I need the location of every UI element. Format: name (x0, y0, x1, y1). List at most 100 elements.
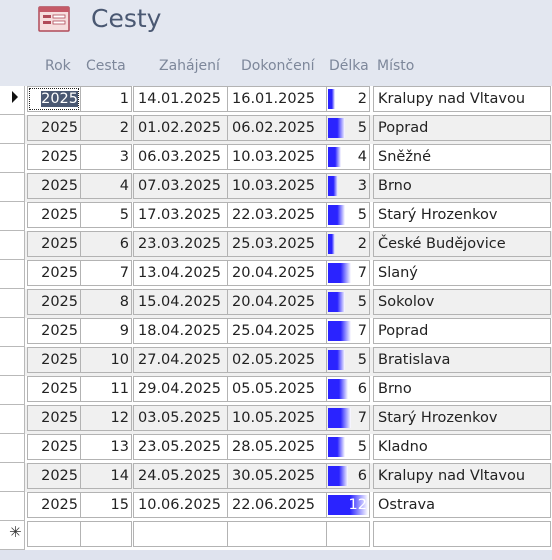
table-row[interactable]: 2025 2 01.02.2025 06.02.2025 5 Poprad (0, 115, 552, 144)
table-row[interactable]: 2025 9 18.04.2025 25.04.2025 7 Poprad (0, 318, 552, 347)
cell-cesta[interactable]: 5 (80, 202, 132, 228)
cell-rok[interactable]: 2025 (27, 289, 81, 315)
cell-dokonceni[interactable]: 30.05.2025 (227, 463, 327, 489)
cell-cesta[interactable]: 8 (80, 289, 132, 315)
table-row[interactable]: 2025 5 17.03.2025 22.03.2025 5 Starý Hrozenko… (0, 202, 552, 231)
cell-dokonceni[interactable]: 06.02.2025 (227, 115, 327, 141)
cell-delka[interactable]: 7 (326, 405, 370, 431)
record-selector[interactable] (0, 434, 25, 463)
table-row[interactable]: 2025 4 07.03.2025 10.03.2025 3 Brno (0, 173, 552, 202)
cell-cesta[interactable]: 13 (80, 434, 132, 460)
record-selector[interactable] (0, 463, 25, 492)
table-row[interactable]: 2025 11 29.04.2025 05.05.2025 6 Brno (0, 376, 552, 405)
cell-misto[interactable]: Sokolov (373, 289, 551, 315)
cell-delka[interactable]: 5 (326, 289, 370, 315)
cell-dokonceni[interactable]: 10.05.2025 (227, 405, 327, 431)
cell-cesta[interactable]: 7 (80, 260, 132, 286)
record-selector[interactable] (0, 405, 25, 434)
cell-misto[interactable]: Poprad (373, 115, 551, 141)
cell-zahajeni[interactable]: 14.01.2025 (133, 86, 229, 112)
cell-zahajeni[interactable]: 17.03.2025 (133, 202, 229, 228)
cell-delka[interactable]: 4 (326, 144, 370, 170)
cell-dokonceni[interactable]: 20.04.2025 (227, 260, 327, 286)
table-row[interactable]: 2025 1 14.01.2025 16.01.2025 2 Kralupy nad Vl… (0, 86, 552, 115)
cell-delka[interactable]: 5 (326, 202, 370, 228)
table-row[interactable]: 2025 6 23.03.2025 25.03.2025 2 České Budějovi… (0, 231, 552, 260)
cell-zahajeni[interactable]: 23.05.2025 (133, 434, 229, 460)
record-selector[interactable] (0, 318, 25, 347)
cell-delka[interactable]: 5 (326, 347, 370, 373)
table-row[interactable]: 2025 15 10.06.2025 22.06.2025 12 Ostrava (0, 492, 552, 521)
cell-delka[interactable]: 3 (326, 173, 370, 199)
record-selector[interactable] (0, 492, 25, 521)
record-selector[interactable] (0, 86, 25, 115)
cell-misto[interactable]: České Budějovice (373, 231, 551, 257)
cell-rok[interactable]: 2025 (27, 202, 81, 228)
cell-delka[interactable]: 6 (326, 463, 370, 489)
cell-rok[interactable]: 2025 (27, 347, 81, 373)
table-row[interactable]: 2025 3 06.03.2025 10.03.2025 4 Sněžné (0, 144, 552, 173)
cell-rok[interactable]: 2025 (27, 86, 81, 112)
cell-misto[interactable]: Brno (373, 376, 551, 402)
cell-dokonceni[interactable]: 28.05.2025 (227, 434, 327, 460)
cell-cesta[interactable]: 11 (80, 376, 132, 402)
cell-zahajeni[interactable]: 13.04.2025 (133, 260, 229, 286)
cell-zahajeni[interactable]: 10.06.2025 (133, 492, 229, 518)
cell-rok[interactable]: 2025 (27, 376, 81, 402)
cell-rok[interactable]: 2025 (27, 115, 81, 141)
record-selector[interactable] (0, 289, 25, 318)
cell-dokonceni[interactable]: 16.01.2025 (227, 86, 327, 112)
table-row[interactable]: 2025 12 03.05.2025 10.05.2025 7 Starý Hrozenk… (0, 405, 552, 434)
cell-rok[interactable]: 2025 (27, 318, 81, 344)
cell-delka[interactable]: 12 (326, 492, 370, 518)
cell-misto[interactable]: Starý Hrozenkov (373, 405, 551, 431)
cell-misto[interactable]: Sněžné (373, 144, 551, 170)
cell-misto[interactable]: Poprad (373, 318, 551, 344)
record-selector[interactable] (0, 144, 25, 173)
cell-misto[interactable]: Slaný (373, 260, 551, 286)
cell-delka[interactable]: 5 (326, 115, 370, 141)
cell-rok[interactable]: 2025 (27, 463, 81, 489)
cell-cesta[interactable]: 6 (80, 231, 132, 257)
table-row[interactable]: 2025 14 24.05.2025 30.05.2025 6 Kralupy nad V… (0, 463, 552, 492)
record-selector[interactable]: ✳ (0, 521, 25, 550)
cell-zahajeni[interactable]: 29.04.2025 (133, 376, 229, 402)
cell-dokonceni[interactable]: 22.03.2025 (227, 202, 327, 228)
cell-dokonceni[interactable]: 10.03.2025 (227, 144, 327, 170)
cell-zahajeni[interactable]: 15.04.2025 (133, 289, 229, 315)
cell-misto[interactable]: Kralupy nad Vltavou (373, 463, 551, 489)
cell-cesta[interactable]: 4 (80, 173, 132, 199)
table-row[interactable]: 2025 10 27.04.2025 02.05.2025 5 Bratislava (0, 347, 552, 376)
cell-misto[interactable]: Kladno (373, 434, 551, 460)
cell-cesta[interactable]: 3 (80, 144, 132, 170)
cell-misto[interactable]: Ostrava (373, 492, 551, 518)
cell-rok[interactable]: 2025 (27, 492, 81, 518)
cell-dokonceni[interactable]: 25.03.2025 (227, 231, 327, 257)
cell-misto[interactable]: Starý Hrozenkov (373, 202, 551, 228)
cell-misto[interactable]: Bratislava (373, 347, 551, 373)
record-selector[interactable] (0, 202, 25, 231)
cell-cesta[interactable]: 10 (80, 347, 132, 373)
cell-cesta[interactable]: 2 (80, 115, 132, 141)
new-record-cell[interactable] (80, 521, 132, 547)
cell-zahajeni[interactable]: 07.03.2025 (133, 173, 229, 199)
cell-dokonceni[interactable]: 22.06.2025 (227, 492, 327, 518)
cell-rok[interactable]: 2025 (27, 434, 81, 460)
table-row[interactable]: 2025 8 15.04.2025 20.04.2025 5 Sokolov (0, 289, 552, 318)
cell-dokonceni[interactable]: 05.05.2025 (227, 376, 327, 402)
record-selector[interactable] (0, 347, 25, 376)
cell-dokonceni[interactable]: 10.03.2025 (227, 173, 327, 199)
cell-dokonceni[interactable]: 20.04.2025 (227, 289, 327, 315)
cell-dokonceni[interactable]: 25.04.2025 (227, 318, 327, 344)
record-selector[interactable] (0, 231, 25, 260)
new-record-cell[interactable] (373, 521, 551, 547)
cell-rok[interactable]: 2025 (27, 173, 81, 199)
record-selector[interactable] (0, 173, 25, 202)
cell-cesta[interactable]: 12 (80, 405, 132, 431)
cell-zahajeni[interactable]: 01.02.2025 (133, 115, 229, 141)
cell-cesta[interactable]: 15 (80, 492, 132, 518)
cell-zahajeni[interactable]: 06.03.2025 (133, 144, 229, 170)
new-record-row[interactable]: ✳ (0, 521, 552, 550)
cell-rok[interactable]: 2025 (27, 144, 81, 170)
new-record-cell[interactable] (27, 521, 81, 547)
